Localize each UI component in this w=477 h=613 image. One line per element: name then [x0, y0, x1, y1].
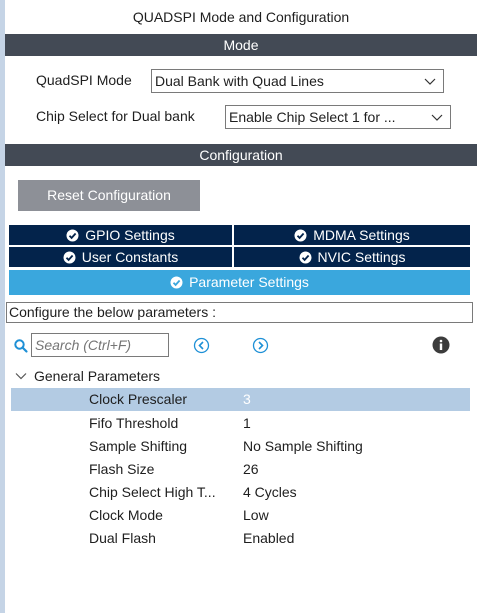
check-circle-icon — [63, 251, 76, 264]
param-value: Low — [243, 507, 269, 523]
quadspi-mode-label: QuadSPI Mode — [36, 72, 132, 88]
tab-label: GPIO Settings — [85, 227, 175, 243]
tab-label: User Constants — [81, 249, 179, 265]
tab-label: MDMA Settings — [313, 227, 410, 243]
panel-title: QUADSPI Mode and Configuration — [132, 9, 350, 25]
param-name: Sample Shifting — [89, 438, 188, 454]
check-circle-icon — [294, 229, 307, 242]
param-value: No Sample Shifting — [243, 438, 363, 454]
tab-mdma-settings[interactable]: MDMA Settings — [234, 225, 470, 245]
param-row-flash-size[interactable]: Flash Size 26 — [11, 458, 470, 481]
check-circle-icon — [299, 251, 312, 264]
tab-user-constants[interactable]: User Constants — [9, 247, 232, 267]
configuration-section-header: Configuration — [5, 144, 477, 166]
tab-gpio-settings[interactable]: GPIO Settings — [9, 225, 232, 245]
param-row-clock-prescaler[interactable]: Clock Prescaler 3 — [11, 388, 470, 411]
param-row-clock-mode[interactable]: Clock Mode Low — [11, 504, 470, 527]
chip-select-dropdown[interactable]: Enable Chip Select 1 for ... — [225, 105, 451, 129]
check-circle-icon — [66, 229, 79, 242]
instruction-text: Configure the below parameters : — [6, 302, 473, 323]
param-name: Chip Select High T... — [89, 484, 216, 500]
check-circle-icon — [170, 276, 183, 289]
group-label: General Parameters — [34, 368, 161, 384]
tab-parameter-settings[interactable]: Parameter Settings — [9, 270, 470, 295]
param-row-chip-select-high-time[interactable]: Chip Select High T... 4 Cycles — [11, 481, 470, 504]
search-input[interactable] — [31, 333, 169, 357]
quadspi-mode-value: Dual Bank with Quad Lines — [155, 73, 324, 89]
chevron-down-icon — [431, 114, 443, 121]
info-icon[interactable] — [432, 336, 450, 354]
tab-label: Parameter Settings — [189, 274, 309, 290]
search-icon[interactable] — [13, 338, 29, 354]
arrow-left-circle-icon[interactable] — [193, 337, 210, 354]
param-name: Fifo Threshold — [89, 415, 179, 431]
param-name: Flash Size — [89, 461, 155, 477]
param-value: 26 — [243, 461, 259, 477]
chip-select-label: Chip Select for Dual bank — [36, 108, 195, 124]
param-name: Dual Flash — [89, 530, 156, 546]
quadspi-mode-select[interactable]: Dual Bank with Quad Lines — [151, 69, 444, 93]
mode-section-header: Mode — [5, 34, 477, 56]
chip-select-value: Enable Chip Select 1 for ... — [229, 109, 396, 125]
tab-label: NVIC Settings — [317, 249, 406, 265]
general-parameters-group[interactable]: General Parameters — [14, 365, 160, 387]
arrow-right-circle-icon[interactable] — [252, 337, 269, 354]
param-row-dual-flash[interactable]: Dual Flash Enabled — [11, 527, 470, 550]
param-row-fifo-threshold[interactable]: Fifo Threshold 1 — [11, 412, 470, 435]
param-value: 4 Cycles — [243, 484, 297, 500]
param-value: 1 — [243, 415, 251, 431]
chevron-down-icon — [424, 78, 436, 85]
tab-nvic-settings[interactable]: NVIC Settings — [234, 247, 470, 267]
param-value: 3 — [243, 391, 251, 407]
param-name: Clock Prescaler — [89, 391, 188, 407]
param-row-sample-shifting[interactable]: Sample Shifting No Sample Shifting — [11, 435, 470, 458]
reset-configuration-button[interactable]: Reset Configuration — [18, 180, 200, 211]
param-name: Clock Mode — [89, 507, 163, 523]
chevron-down-icon — [15, 373, 27, 380]
param-value: Enabled — [243, 530, 295, 546]
